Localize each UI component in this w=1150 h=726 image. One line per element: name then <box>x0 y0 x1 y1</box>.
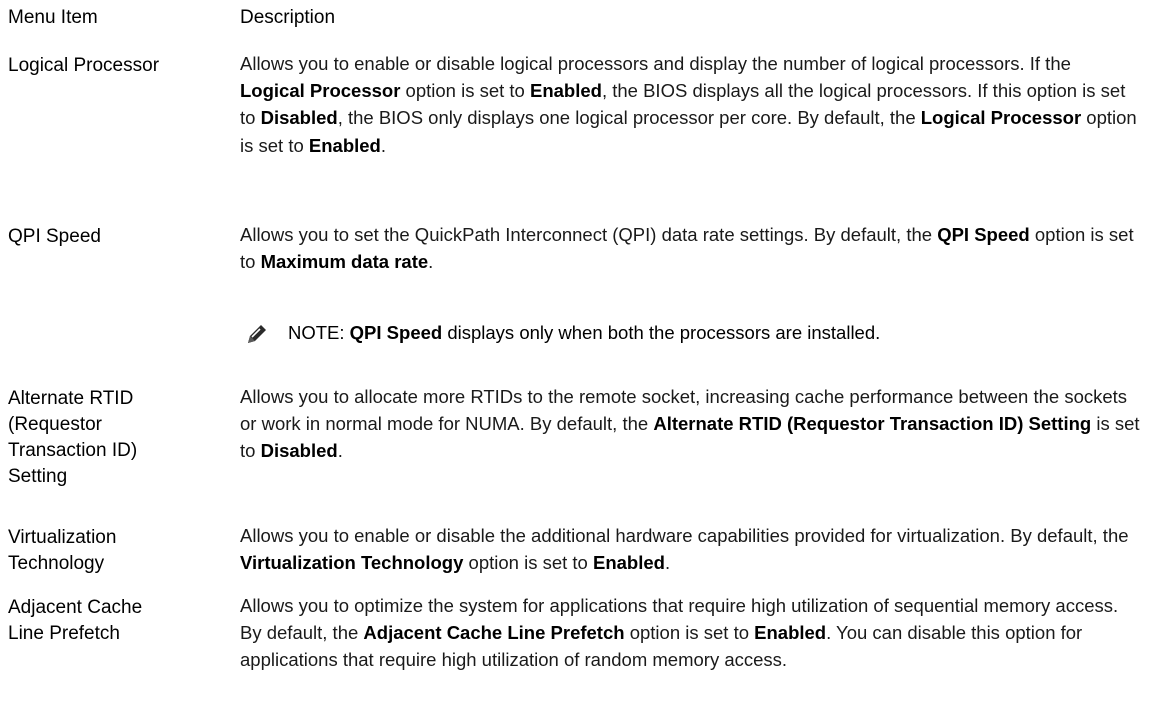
bold-term: Enabled <box>308 134 381 156</box>
menu-item-description: Allows you to enable or disable the addi… <box>240 522 1140 576</box>
menu-item-description: Allows you to optimize the system for ap… <box>240 592 1140 674</box>
menu-item-description: Allows you to allocate more RTIDs to the… <box>240 383 1140 465</box>
description-text: , the BIOS only displays one logical pro… <box>337 107 921 129</box>
bold-term: Maximum data rate <box>260 251 429 273</box>
description-text: . <box>664 552 671 574</box>
bold-term: Alternate RTID (Requestor Transaction ID… <box>653 413 1092 435</box>
description-text: . <box>380 134 386 156</box>
note-text: NOTE: QPI Speed displays only when both … <box>288 318 880 348</box>
column-header-description: Description <box>240 7 336 28</box>
description-text: Allows you to enable or disable logical … <box>240 53 1071 74</box>
description-text: Allows you to enable or disable the addi… <box>240 525 1129 546</box>
menu-item-label: QPI Speed <box>8 226 101 247</box>
menu-item-description: Allows you to set the QuickPath Intercon… <box>240 221 1140 275</box>
bold-term: Virtualization Technology <box>240 552 464 574</box>
bold-term: Enabled <box>592 552 665 574</box>
bios-settings-table: Menu Item Description Logical Processor … <box>0 0 1150 726</box>
menu-item-label: Virtualization Technology <box>8 527 117 574</box>
note-body: displays only when both the processors a… <box>442 322 881 343</box>
description-text: option is set to <box>463 552 593 574</box>
menu-item-description: Allows you to enable or disable logical … <box>240 50 1140 159</box>
note-label: NOTE: <box>288 322 345 343</box>
menu-item-label: Alternate RTID (Requestor Transaction ID… <box>8 388 138 487</box>
description-text: . <box>428 251 434 273</box>
bold-term: Logical Processor <box>240 80 401 102</box>
qpi-speed-note: NOTE: QPI Speed displays only when both … <box>246 318 1126 348</box>
bold-term: Logical Processor <box>920 107 1082 129</box>
description-text: option is set to <box>624 622 755 644</box>
menu-item-label: Logical Processor <box>8 55 160 76</box>
bold-term: QPI Speed <box>937 224 1030 245</box>
pencil-note-icon <box>246 323 268 345</box>
column-header-menu-item: Menu Item <box>8 7 98 28</box>
bold-term: Disabled <box>260 107 338 129</box>
bold-term: Enabled <box>754 622 827 644</box>
description-text: Allows you to set the QuickPath Intercon… <box>240 224 938 245</box>
bold-term: Enabled <box>529 80 602 102</box>
note-bold-term: QPI Speed <box>349 322 443 343</box>
description-text: option is set to <box>400 80 530 102</box>
description-text: . <box>337 440 343 462</box>
menu-item-label: Adjacent Cache Line Prefetch <box>8 597 143 644</box>
bold-term: Disabled <box>260 440 338 462</box>
bold-term: Adjacent Cache Line Prefetch <box>363 622 625 644</box>
